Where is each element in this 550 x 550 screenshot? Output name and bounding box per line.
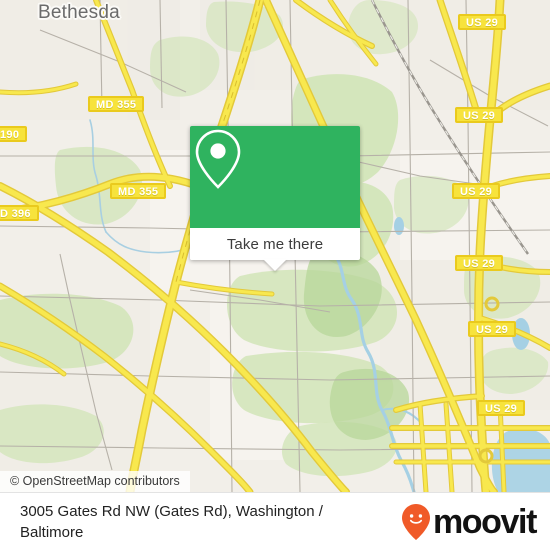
- moovit-logo[interactable]: moovit: [401, 502, 537, 541]
- map-screenshot: Bethesda MD 355 MD 355 190 D 396 US 29 U…: [0, 0, 550, 550]
- location-popup-card[interactable]: Take me there: [190, 126, 360, 271]
- footer-bar: 3005 Gates Rd NW (Gates Rd), Washington …: [0, 492, 550, 550]
- popup-pointer: [263, 259, 287, 271]
- address-title: 3005 Gates Rd NW (Gates Rd), Washington …: [20, 502, 323, 541]
- map-canvas[interactable]: Bethesda MD 355 MD 355 190 D 396 US 29 U…: [0, 0, 550, 492]
- map-pin-icon: [195, 129, 241, 189]
- popup-icon-panel: [190, 126, 360, 228]
- moovit-wordmark: moovit: [432, 502, 537, 541]
- moovit-smiley-pin-icon: [401, 503, 430, 540]
- take-me-there-label: Take me there: [226, 235, 324, 253]
- popup-action-bar[interactable]: Take me there: [190, 228, 360, 260]
- osm-attribution[interactable]: © OpenStreetMap contributors: [0, 471, 190, 492]
